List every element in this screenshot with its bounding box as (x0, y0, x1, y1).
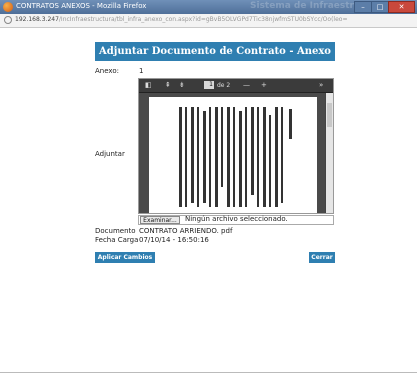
zoom-in-button[interactable]: + (261, 81, 267, 90)
sidebar-toggle-icon[interactable]: ◧ (145, 81, 152, 90)
anexo-label: Anexo: (95, 67, 119, 75)
file-input[interactable]: Examinar... Ningún archivo seleccionado. (138, 215, 334, 225)
anexo-value: 1 (139, 67, 144, 75)
page-number-input[interactable]: 1 (204, 81, 214, 89)
file-status: Ningún archivo seleccionado. (185, 215, 288, 223)
documento-value: CONTRATO ARRIENDO. pdf (139, 227, 233, 235)
window-title: CONTRATOS ANEXOS - Mozilla Firefox (16, 2, 147, 10)
url-path: /IncInfraestructura/tbl_infra_anexo_con.… (58, 16, 348, 23)
fecha-label: Fecha Carga (95, 236, 139, 244)
pdf-page-text (179, 107, 292, 207)
address-bar[interactable]: 192.168.3.247/IncInfraestructura/tbl_inf… (0, 14, 417, 28)
zoom-out-button[interactable]: — (243, 81, 250, 90)
pdf-toolbar: ◧ ⇞ ⇟ 1 de 2 — + » (139, 79, 333, 93)
url-host: 192.168.3.247 (15, 16, 59, 23)
previous-page-icon[interactable]: ⇞ (165, 81, 171, 90)
page-title: Adjuntar Documento de Contrato - Anexo (99, 46, 331, 57)
pdf-scrollbar[interactable] (326, 93, 333, 213)
globe-icon (4, 16, 12, 24)
page-header: Adjuntar Documento de Contrato - Anexo (95, 42, 335, 61)
next-page-icon[interactable]: ⇟ (179, 81, 185, 90)
window-ghost-title: Sistema de Infraestruct (250, 1, 371, 11)
pdf-viewer[interactable]: ◧ ⇞ ⇟ 1 de 2 — + » (138, 78, 334, 214)
url-text: 192.168.3.247/IncInfraestructura/tbl_inf… (15, 16, 347, 23)
firefox-icon (3, 2, 13, 12)
fecha-value: 07/10/14 - 16:50:16 (139, 236, 209, 244)
maximize-button[interactable]: □ (371, 1, 389, 13)
adjuntar-label: Adjuntar (95, 150, 125, 158)
pdf-scroll-thumb[interactable] (327, 103, 332, 127)
page-count: de 2 (217, 82, 231, 89)
pdf-canvas (139, 93, 325, 213)
browse-button[interactable]: Examinar... (140, 216, 180, 224)
window-titlebar: CONTRATOS ANEXOS - Mozilla Firefox Siste… (0, 0, 417, 14)
window-bottom-border (0, 372, 417, 373)
close-window-button[interactable]: ✕ (388, 1, 415, 13)
more-tools-button[interactable]: » (319, 81, 323, 90)
pdf-page (149, 97, 317, 213)
close-button[interactable]: Cerrar (309, 252, 335, 263)
documento-label: Documento (95, 227, 136, 235)
minimize-button[interactable]: – (354, 1, 372, 13)
apply-changes-button[interactable]: Aplicar Cambios (95, 252, 155, 263)
